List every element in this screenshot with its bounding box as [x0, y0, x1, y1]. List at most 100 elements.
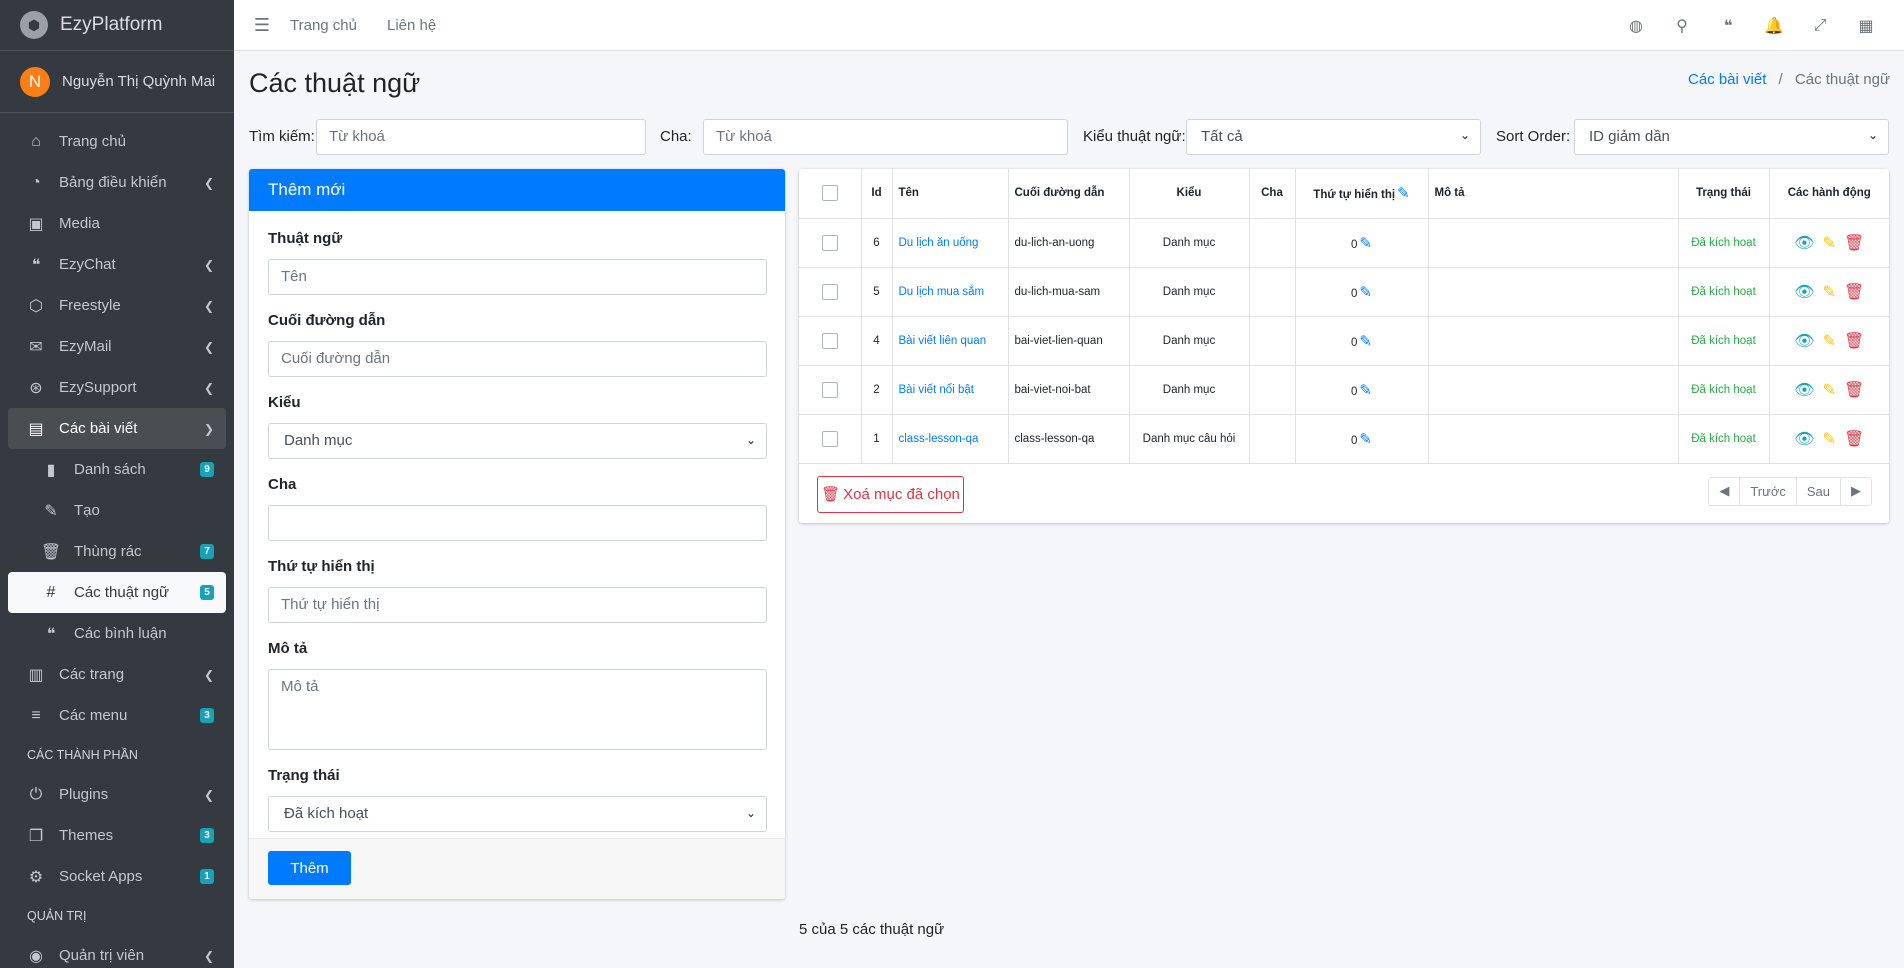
sidebar-item-home[interactable]: ⌂ Trang chủ	[8, 121, 226, 162]
menu-toggle-icon[interactable]: ☰	[234, 15, 290, 36]
trash-icon[interactable]: 🗑	[1844, 333, 1864, 350]
trash-icon[interactable]: 🗑	[1844, 382, 1864, 399]
sidebar-item-media[interactable]: ▣ Media	[8, 203, 226, 244]
cube-icon: ⬡	[29, 297, 43, 315]
sidebar-item-admins[interactable]: ◉ Quản trị viên ❮	[8, 935, 226, 968]
cell-name-link[interactable]: Bài viết liên quan	[892, 316, 1009, 366]
sidebar-item-trash[interactable]: 🗑 Thùng rác 7	[8, 531, 226, 572]
cell-name-link[interactable]: Du lịch mua sắm	[892, 267, 1009, 317]
breadcrumb-link-posts[interactable]: Các bài viết	[1688, 71, 1766, 88]
sidebar-item-freestyle[interactable]: ⬡ Freestyle ❮	[8, 285, 226, 326]
col-slug[interactable]: Cuối đường dẫn	[1008, 169, 1130, 219]
cell-name-link[interactable]: Du lịch ăn uống	[892, 218, 1009, 268]
sidebar-item-post-list[interactable]: ▮ Danh sách 9	[8, 449, 226, 490]
sidebar-item-themes[interactable]: ❐ Themes 3	[8, 815, 226, 856]
col-description[interactable]: Mô tả	[1428, 169, 1679, 219]
main-content: Các thuật ngữ Các bài viết / Các thuật n…	[234, 51, 1904, 968]
parent-filter-input[interactable]: Từ khoá	[703, 119, 1068, 155]
cell-name-link[interactable]: Bài viết nổi bật	[892, 365, 1009, 415]
nav-link-contact[interactable]: Liên hệ	[387, 17, 436, 34]
pencil-icon[interactable]: ✎	[1823, 382, 1836, 399]
view-icon[interactable]: 👁	[1794, 431, 1814, 448]
pencil-icon[interactable]: ✎	[1823, 284, 1836, 301]
count-badge: 5	[200, 585, 214, 600]
view-icon[interactable]: 👁	[1794, 333, 1814, 350]
edit-icon[interactable]: ✎	[1359, 431, 1372, 448]
sidebar-item-socket-apps[interactable]: ⚙ Socket Apps 1	[8, 856, 226, 897]
term-name-input[interactable]: Tên	[268, 259, 767, 295]
next-page-button[interactable]: Sau	[1797, 477, 1841, 505]
sidebar-item-posts[interactable]: ▤ Các bài viết ❯	[8, 408, 226, 449]
trash-icon[interactable]: 🗑	[1844, 284, 1864, 301]
description-textarea[interactable]: Mô tả	[268, 669, 767, 750]
row-checkbox[interactable]	[821, 381, 838, 398]
view-icon[interactable]: 👁	[1794, 235, 1814, 252]
col-type[interactable]: Kiểu	[1129, 169, 1250, 219]
sidebar-item-terms[interactable]: # Các thuật ngữ 5	[8, 572, 226, 613]
sidebar-item-pages[interactable]: ▥ Các trang ❮	[8, 654, 226, 695]
next-arrow-icon[interactable]: ▶	[1841, 478, 1871, 505]
sidebar-item-comments[interactable]: ❝ Các bình luận	[8, 613, 226, 654]
sidebar-item-ezysupport[interactable]: ⊛ EzySupport ❮	[8, 367, 226, 408]
trash-icon[interactable]: 🗑	[1844, 235, 1864, 252]
sidebar-item-menus[interactable]: ≡ Các menu 3	[8, 695, 226, 736]
sidebar-item-dashboard[interactable]: ◔ Bảng điều khiển ❮	[8, 162, 226, 203]
sort-order-select[interactable]: ID giảm dần ⌄	[1574, 119, 1889, 155]
type-filter-select[interactable]: Tất cả ⌄	[1186, 119, 1481, 155]
col-status[interactable]: Trạng thái	[1678, 169, 1770, 219]
parent-input[interactable]	[268, 505, 767, 541]
edit-icon[interactable]: ✎	[1359, 235, 1372, 252]
cell-status: Đã kích hoạt	[1678, 316, 1770, 366]
pencil-icon[interactable]: ✎	[1823, 333, 1836, 350]
grid-icon[interactable]: ▦	[1856, 16, 1876, 36]
nav-link-home[interactable]: Trang chủ	[290, 17, 357, 34]
row-select	[799, 316, 862, 366]
brand[interactable]: ⬢ EzyPlatform	[0, 0, 234, 51]
col-name[interactable]: Tên	[892, 169, 1009, 219]
type-select[interactable]: Danh mục ⌄	[268, 423, 767, 459]
count-badge: 3	[200, 828, 214, 843]
search-icon[interactable]: ⚲	[1672, 16, 1692, 36]
view-icon[interactable]: 👁	[1794, 284, 1814, 301]
col-id[interactable]: Id	[861, 169, 893, 219]
edit-icon[interactable]: ✎	[1359, 284, 1372, 301]
globe-icon[interactable]: ◍	[1626, 16, 1646, 36]
sidebar-item-ezychat[interactable]: ❝ EzyChat ❮	[8, 244, 226, 285]
select-all-checkbox[interactable]	[821, 185, 838, 202]
chevron-left-icon: ❮	[203, 667, 214, 682]
prev-page-button[interactable]: Trước	[1740, 477, 1797, 505]
col-display-order[interactable]: Thứ tự hiển thị ✎	[1295, 169, 1429, 219]
view-icon[interactable]: 👁	[1794, 382, 1814, 399]
delete-selected-button[interactable]: 🗑 Xoá mục đã chọn	[817, 475, 964, 513]
pencil-icon[interactable]: ✎	[1823, 431, 1836, 448]
sidebar-item-ezymail[interactable]: ✉ EzyMail ❮	[8, 326, 226, 367]
trash-icon[interactable]: 🗑	[1844, 431, 1864, 448]
status-select[interactable]: Đã kích hoạt ⌄	[268, 796, 767, 832]
cell-parent	[1249, 365, 1296, 415]
result-count: 5 của 5 các thuật ngữ	[799, 921, 945, 938]
sidebar-item-create[interactable]: ✎ Tạo	[8, 490, 226, 531]
sidebar-item-plugins[interactable]: ⏻ Plugins ❮	[8, 774, 226, 815]
comments-icon[interactable]: ❝	[1718, 16, 1738, 36]
col-parent[interactable]: Cha	[1249, 169, 1296, 219]
fullscreen-icon[interactable]: ⤢	[1810, 17, 1830, 35]
row-checkbox[interactable]	[821, 430, 838, 447]
cell-name-link[interactable]: class-lesson-qa	[892, 414, 1009, 464]
display-order-input[interactable]: Thứ tự hiển thị	[268, 587, 767, 623]
bell-icon[interactable]: 🔔	[1764, 16, 1784, 36]
pencil-icon[interactable]: ✎	[1823, 235, 1836, 252]
slug-input[interactable]: Cuối đường dẫn	[268, 341, 767, 377]
sidebar-item-label: Trang chủ	[59, 133, 126, 150]
edit-icon[interactable]: ✎	[1359, 333, 1372, 350]
prev-arrow-icon[interactable]: ◀	[1709, 477, 1741, 505]
add-term-button[interactable]: Thêm	[268, 851, 351, 885]
ezyplatform-logo-icon: ⬢	[20, 11, 48, 39]
row-checkbox[interactable]	[821, 332, 838, 349]
search-input[interactable]: Từ khoá	[316, 119, 646, 155]
edit-icon[interactable]: ✎	[1397, 185, 1410, 202]
breadcrumb-separator: /	[1778, 71, 1783, 88]
row-checkbox[interactable]	[821, 283, 838, 300]
row-checkbox[interactable]	[821, 234, 838, 251]
user-panel[interactable]: N Nguyễn Thị Quỳnh Mai	[0, 51, 234, 113]
edit-icon[interactable]: ✎	[1359, 382, 1372, 399]
